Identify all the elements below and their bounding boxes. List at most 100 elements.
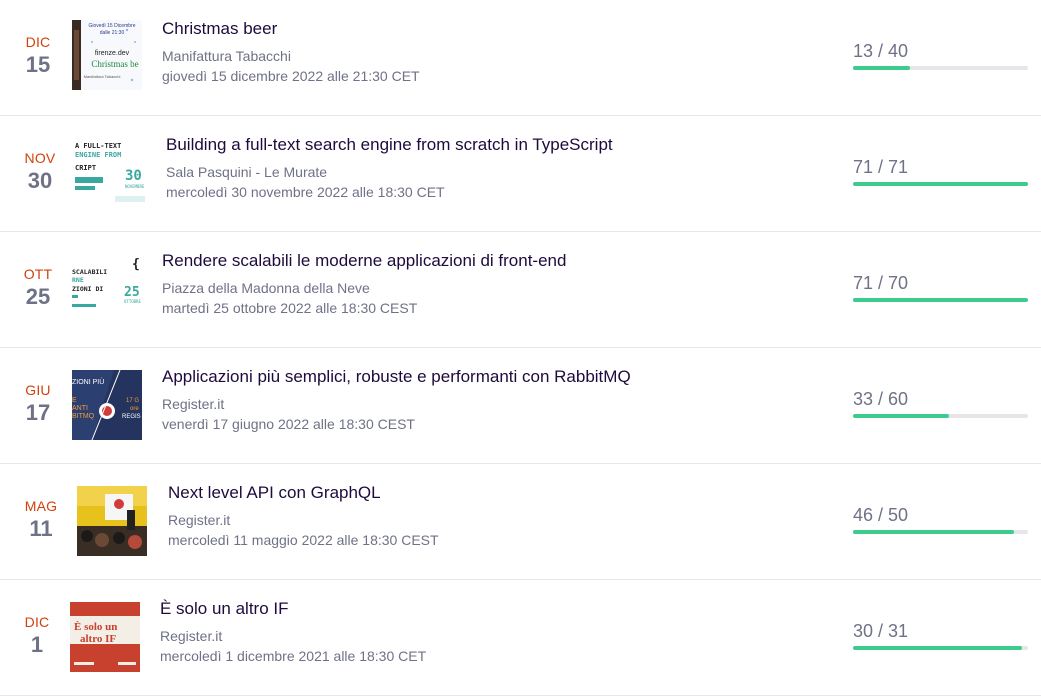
event-row[interactable]: NOV 30 A FULL-TEXT ENGINE FROM CRIPT 30 …: [0, 116, 1041, 232]
event-day: 15: [25, 52, 51, 77]
ticket-progress-bar: [853, 182, 1028, 186]
ticket-count: 13 / 40: [853, 41, 909, 61]
ticket-status: 33 / 60: [853, 388, 1029, 418]
event-date: MAG 11: [11, 464, 71, 542]
thumb-text: 30: [125, 168, 142, 184]
event-day: 17: [25, 400, 51, 425]
event-row[interactable]: DIC 15 Giovedì 15 Dicembre dalle 21:30 f…: [0, 0, 1041, 116]
event-month: OTT: [23, 266, 53, 282]
thumb-text: Manifattura Tabacchi: [84, 74, 121, 79]
ticket-progress-fill: [853, 298, 1028, 302]
event-info: È solo un altro IF Register.it mercoledì…: [160, 598, 820, 666]
event-venue: Register.it: [160, 628, 223, 644]
frontend-scalable-poster-icon[interactable]: { SCALABILI RNE ZIONI DI 25 OTTOBRE: [72, 254, 142, 324]
event-row[interactable]: MAG 11 Next level API con GraphQL Regist…: [0, 464, 1041, 580]
thumb-text: ZIONI PIÙ: [72, 377, 104, 386]
thumb-text: Giovedì 15 Dicembre: [89, 23, 136, 29]
event-datetime: mercoledì 1 dicembre 2021 alle 18:30 CET: [160, 648, 427, 664]
event-month: GIU: [25, 382, 51, 398]
event-info: Christmas beer Manifattura Tabacchi giov…: [162, 18, 822, 86]
event-date: OTT 25: [8, 232, 68, 310]
ticket-count: 71 / 71: [853, 157, 909, 177]
event-info: Next level API con GraphQL Register.it m…: [168, 482, 828, 550]
ticket-progress-bar: [853, 298, 1028, 302]
thumb-text: E: [72, 397, 77, 404]
christmas-beer-poster-icon[interactable]: Giovedì 15 Dicembre dalle 21:30 firenze.…: [72, 20, 142, 90]
event-title[interactable]: Next level API con GraphQL: [168, 482, 828, 504]
event-title[interactable]: Christmas beer: [162, 18, 822, 40]
thumb-text: dalle 21:30: [100, 30, 125, 36]
graphql-talk-photo-icon[interactable]: [77, 486, 147, 556]
event-month: NOV: [24, 150, 56, 166]
ticket-count: 30 / 31: [853, 621, 909, 641]
thumb-text: ZIONI DI: [72, 285, 103, 293]
thumb-text: 17 G: [126, 398, 139, 404]
event-date: DIC 15: [8, 0, 68, 78]
ticket-progress-bar: [853, 646, 1028, 650]
ticket-progress-fill: [853, 66, 910, 70]
event-datetime: mercoledì 11 maggio 2022 alle 18:30 CEST: [168, 532, 439, 548]
event-venue: Register.it: [168, 512, 231, 528]
event-venue: Register.it: [162, 396, 225, 412]
ticket-progress-fill: [853, 414, 950, 418]
ticket-count: 71 / 70: [853, 273, 909, 293]
event-row[interactable]: DIC 1 È solo un altro IF È solo un altro…: [0, 580, 1041, 696]
thumb-text: SCALABILI: [72, 268, 107, 276]
event-month: MAG: [24, 498, 58, 514]
event-venue: Sala Pasquini - Le Murate: [166, 164, 328, 180]
altro-if-poster-icon[interactable]: È solo un altro IF: [70, 602, 140, 672]
ticket-status: 46 / 50: [853, 504, 1029, 534]
ticket-status: 71 / 71: [853, 156, 1029, 186]
event-day: 30: [27, 168, 53, 193]
event-day: 11: [29, 516, 53, 541]
thumb-text: OTTOBRE: [124, 299, 141, 304]
event-title[interactable]: È solo un altro IF: [160, 598, 820, 620]
event-row[interactable]: OTT 25 { SCALABILI RNE ZIONI DI 25 OTTOB…: [0, 232, 1041, 348]
event-title[interactable]: Building a full-text search engine from …: [166, 134, 826, 156]
ticket-progress-bar: [853, 66, 1028, 70]
ticket-count: 46 / 50: [853, 505, 909, 525]
event-info: Rendere scalabili le moderne applicazion…: [162, 250, 822, 318]
ticket-progress-bar: [853, 530, 1028, 534]
thumb-text: ENGINE FROM: [75, 151, 121, 159]
thumb-text: BITMQ: [72, 413, 95, 420]
event-title[interactable]: Rendere scalabili le moderne applicazion…: [162, 250, 822, 272]
thumb-text: ore: [130, 406, 139, 412]
event-date: NOV 30: [10, 116, 70, 194]
thumb-text: NOVEMBRE: [125, 184, 145, 189]
events-list: DIC 15 Giovedì 15 Dicembre dalle 21:30 f…: [0, 0, 1041, 696]
rabbitmq-poster-icon[interactable]: ZIONI PIÙ E ANTI BITMQ 17 G ore REGIS: [72, 370, 142, 440]
ticket-status: 30 / 31: [853, 620, 1029, 650]
event-info: Applicazioni più semplici, robuste e per…: [162, 366, 822, 434]
event-datetime: martedì 25 ottobre 2022 alle 18:30 CEST: [162, 300, 418, 316]
event-venue: Manifattura Tabacchi: [162, 48, 291, 64]
event-title[interactable]: Applicazioni più semplici, robuste e per…: [162, 366, 822, 388]
event-day: 1: [30, 632, 44, 657]
svg-text:{: {: [132, 257, 140, 272]
event-datetime: giovedì 15 dicembre 2022 alle 21:30 CET: [162, 68, 420, 84]
event-datetime: mercoledì 30 novembre 2022 alle 18:30 CE…: [166, 184, 445, 200]
event-month: DIC: [25, 34, 51, 50]
thumb-text: Christmas be: [91, 59, 138, 69]
thumb-text: altro IF: [80, 633, 116, 645]
ticket-count: 33 / 60: [853, 389, 909, 409]
fulltext-search-poster-icon[interactable]: A FULL-TEXT ENGINE FROM CRIPT 30 NOVEMBR…: [75, 140, 145, 210]
event-row[interactable]: GIU 17 ZIONI PIÙ E ANTI BITMQ 17 G ore R…: [0, 348, 1041, 464]
event-date: DIC 1: [7, 580, 67, 658]
thumb-text: firenze.dev: [95, 50, 130, 57]
event-datetime: venerdì 17 giugno 2022 alle 18:30 CEST: [162, 416, 415, 432]
thumb-text: È solo un: [74, 621, 117, 633]
thumb-text: ANTI: [72, 405, 88, 412]
ticket-progress-bar: [853, 414, 1028, 418]
event-info: Building a full-text search engine from …: [166, 134, 826, 202]
ticket-progress-fill: [853, 530, 1014, 534]
event-month: DIC: [24, 614, 50, 630]
thumb-text: 25: [124, 285, 140, 300]
thumb-text: RNE: [72, 276, 84, 284]
ticket-status: 13 / 40: [853, 40, 1029, 70]
ticket-progress-fill: [853, 182, 1028, 186]
event-venue: Piazza della Madonna della Neve: [162, 280, 370, 296]
ticket-progress-fill: [853, 646, 1023, 650]
thumb-text: CRIPT: [75, 164, 96, 172]
thumb-text: REGIS: [122, 414, 141, 420]
